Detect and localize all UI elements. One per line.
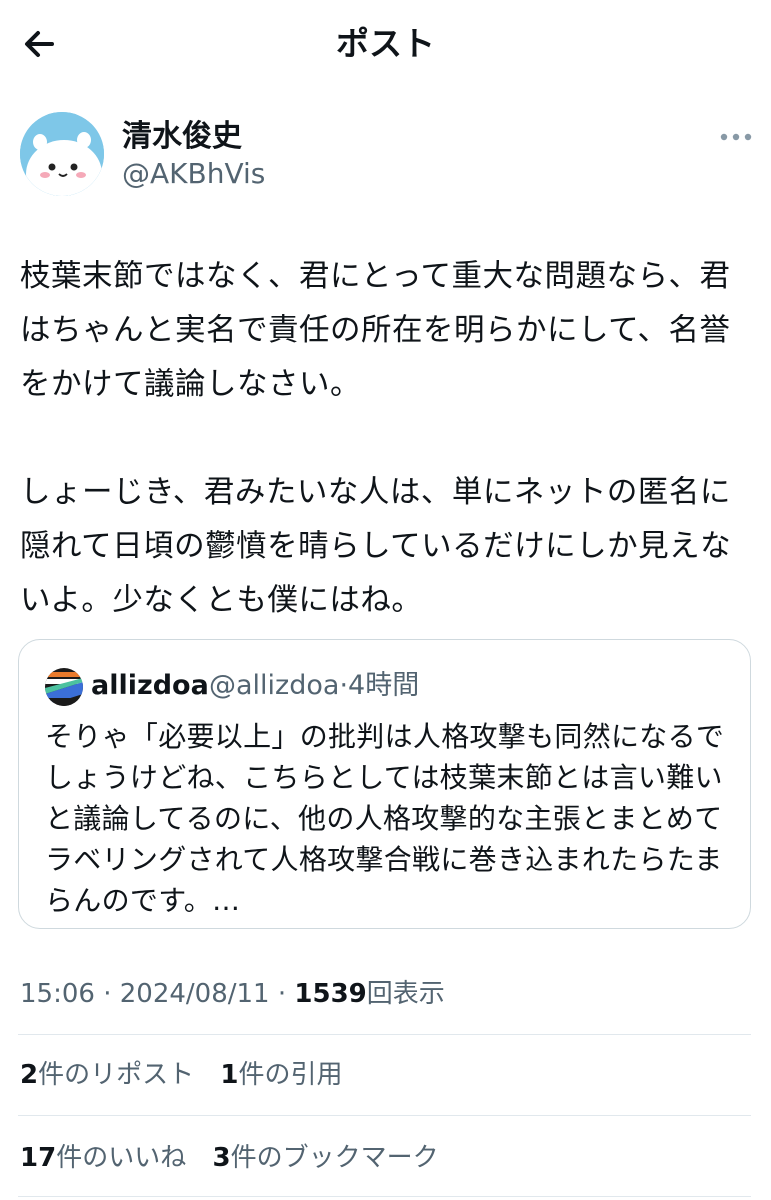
divider: [18, 1196, 751, 1197]
divider: [18, 1115, 751, 1116]
meta-separator: ·: [339, 670, 349, 701]
engagement-stats-row-1: 2件のリポスト 1件の引用: [20, 1056, 360, 1094]
more-options-button[interactable]: [718, 124, 754, 150]
quoted-post-text: そりゃ「必要以上」の批判は人格攻撃も同然になるで しょうけどね、こちらとしては枝…: [45, 720, 725, 917]
like-label: 件のいいね: [56, 1143, 187, 1173]
author-handle[interactable]: @AKBhVis: [122, 156, 265, 192]
quote-count: 1: [220, 1060, 239, 1090]
divider: [18, 1034, 751, 1035]
post-time[interactable]: 15:06: [20, 979, 95, 1009]
author-avatar[interactable]: [20, 112, 104, 196]
repost-count-link[interactable]: 2件のリポスト: [20, 1060, 194, 1090]
striped-avatar-image: [45, 668, 83, 706]
repost-count: 2: [20, 1060, 39, 1090]
page-title: ポスト: [336, 24, 435, 63]
quoted-author-handle: @allizdoa: [209, 670, 340, 701]
bookmark-count: 3: [212, 1143, 231, 1173]
meta-separator: ·: [103, 979, 112, 1009]
top-bar: ポスト: [0, 0, 771, 88]
like-count-link[interactable]: 17件のいいね: [20, 1143, 186, 1173]
chiikawa-avatar-image: [20, 112, 104, 196]
author-name[interactable]: 清水俊史: [122, 118, 242, 156]
quote-count-link[interactable]: 1件の引用: [220, 1060, 342, 1090]
quoted-post-card[interactable]: allizdoa @allizdoa·4時間 そりゃ「必要以上」の批判は人格攻撃…: [18, 639, 751, 929]
bookmark-label: 件のブックマーク: [230, 1143, 439, 1173]
engagement-stats-row-2: 17件のいいね 3件のブックマーク: [20, 1139, 457, 1177]
quoted-post-meta: @allizdoa·4時間: [209, 668, 419, 704]
quote-label: 件の引用: [238, 1060, 343, 1090]
post-date[interactable]: 2024/08/11: [120, 979, 270, 1009]
quoted-author-name: allizdoa: [91, 670, 209, 701]
more-horizontal-icon: [720, 133, 752, 141]
post-text: 枝葉末節ではなく、君にとって重大な問題なら、君 はちゃんと実名で責任の所在を明ら…: [20, 259, 732, 618]
meta-separator: ·: [277, 979, 287, 1009]
bookmark-count-link[interactable]: 3件のブックマーク: [212, 1143, 438, 1173]
quoted-author-avatar: [45, 668, 83, 706]
view-count: 1539: [294, 979, 367, 1009]
like-count: 17: [20, 1143, 57, 1173]
repost-label: 件のリポスト: [38, 1060, 195, 1090]
post-timestamp-row: 15:06 · 2024/08/11 · 1539回表示: [20, 975, 445, 1013]
view-count-label: 回表示: [366, 979, 445, 1009]
quoted-post-time: 4時間: [348, 670, 420, 701]
